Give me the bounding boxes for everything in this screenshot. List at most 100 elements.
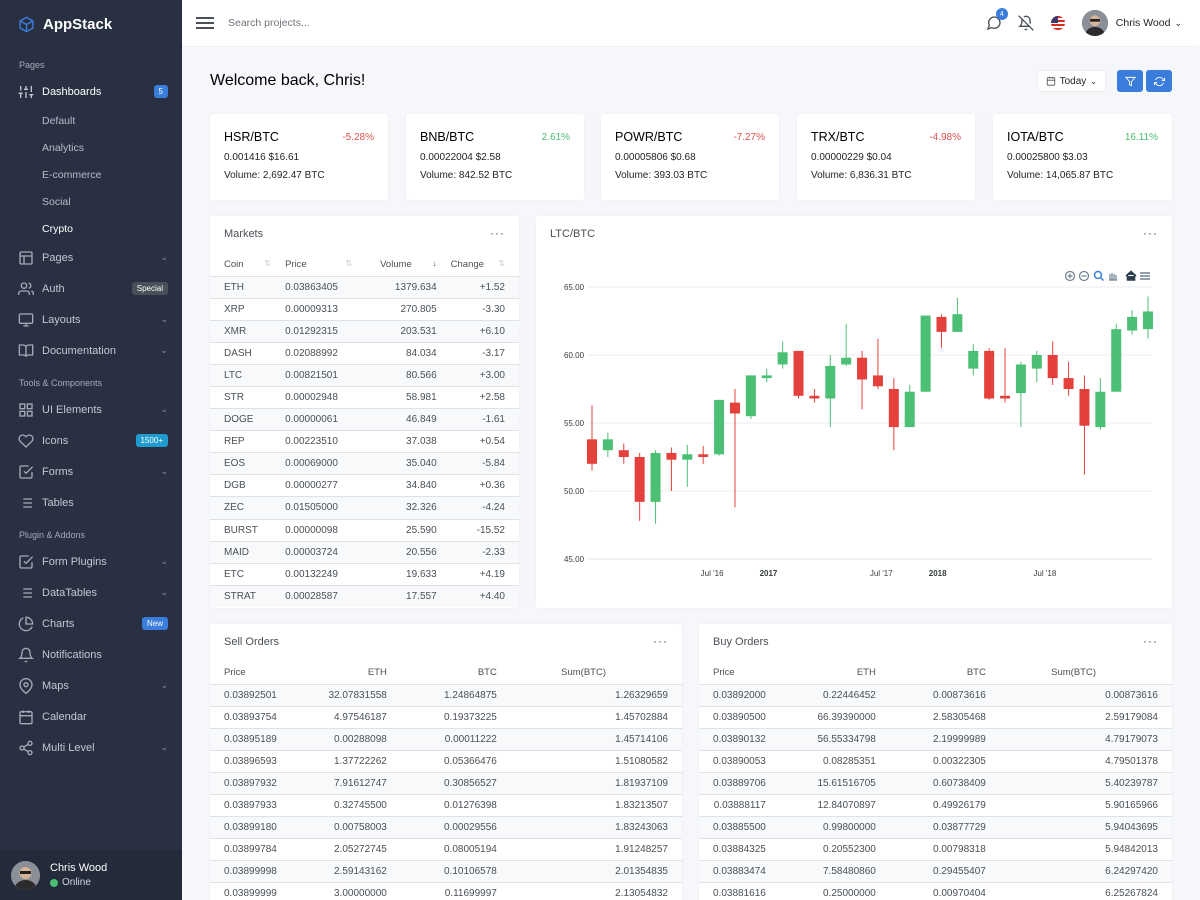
user-menu[interactable]: Chris Wood ⌄: [1081, 10, 1182, 36]
table-row[interactable]: 0.03897932 7.91612747 0.30856527 1.81937109: [210, 771, 682, 794]
candle[interactable]: [1127, 310, 1138, 335]
column-header[interactable]: Price: [699, 662, 780, 684]
candle[interactable]: [825, 355, 836, 428]
candle[interactable]: [1000, 348, 1011, 403]
candle[interactable]: [857, 350, 868, 410]
notifications-button[interactable]: [1017, 15, 1034, 31]
candle[interactable]: [1143, 296, 1153, 339]
candle[interactable]: [1015, 361, 1026, 428]
candle[interactable]: [1047, 341, 1058, 385]
candle[interactable]: [904, 384, 915, 428]
sidebar-item-pages[interactable]: Pages ⌄: [0, 242, 182, 273]
table-row[interactable]: DASH 0.02088992 84.034 -3.17: [210, 341, 519, 365]
table-row[interactable]: LTC 0.00821501 80.566 +3.00: [210, 363, 519, 387]
table-row[interactable]: 0.03899998 2.59143162 0.10106578 2.01354835: [210, 859, 682, 882]
table-row[interactable]: 0.03889706 15.61516705 0.60738409 5.4023978…: [699, 771, 1172, 794]
column-header[interactable]: Volume ↓: [366, 253, 451, 276]
sidebar-item-form-plugins[interactable]: Form Plugins ⌄: [0, 546, 182, 577]
candle[interactable]: [602, 432, 613, 457]
sidebar-item-datatables[interactable]: DataTables ⌄: [0, 577, 182, 608]
table-row[interactable]: XRP 0.00009313 270.805 -3.30: [210, 297, 519, 321]
candle[interactable]: [698, 446, 709, 464]
table-row[interactable]: ETC 0.00132249 19.633 +4.19: [210, 562, 519, 586]
column-header[interactable]: BTC: [401, 662, 511, 684]
candle[interactable]: [888, 378, 899, 451]
ticker-card[interactable]: POWR/BTC -7.27% 0.00005806 $0.68 Volume:…: [601, 114, 779, 200]
zoom-out-icon[interactable]: [1078, 270, 1090, 282]
candle[interactable]: [809, 389, 820, 403]
table-row[interactable]: 0.03885500 0.99800000 0.03877729 5.94043695: [699, 815, 1172, 838]
sidebar-sub-ecommerce[interactable]: E-commerce: [0, 161, 182, 188]
table-row[interactable]: REP 0.00223510 37.038 +0.54: [210, 430, 519, 453]
candle[interactable]: [729, 389, 740, 508]
home-icon[interactable]: [1125, 270, 1137, 281]
more-options-icon[interactable]: ···: [653, 634, 668, 648]
magnifier-icon[interactable]: [1093, 270, 1105, 282]
candle[interactable]: [714, 399, 725, 456]
column-header[interactable]: BTC: [890, 662, 1000, 684]
column-header[interactable]: Change ⇅: [451, 253, 519, 276]
candle[interactable]: [745, 375, 756, 419]
table-row[interactable]: 0.03892000 0.22446452 0.00873616 0.00873616: [699, 683, 1172, 706]
sidebar-item-calendar[interactable]: Calendar: [0, 701, 182, 732]
candle[interactable]: [761, 368, 772, 383]
candle[interactable]: [1079, 375, 1090, 475]
table-row[interactable]: 0.03883474 7.58480860 0.29455407 6.24297420: [699, 859, 1172, 882]
candle[interactable]: [968, 344, 979, 376]
candle[interactable]: [1063, 361, 1074, 396]
table-row[interactable]: XMR 0.01292315 203.531 +6.10: [210, 319, 519, 343]
table-row[interactable]: STRAT 0.00028587 17.557 +4.40: [210, 584, 519, 608]
candle[interactable]: [920, 315, 931, 392]
column-header[interactable]: Price: [210, 662, 291, 684]
candle[interactable]: [1111, 323, 1122, 392]
candle[interactable]: [587, 405, 597, 471]
candlestick-chart[interactable]: 65.00 60.00 55.00 50.00 45.00 Jul '16 2017 Jul …: [536, 216, 1172, 608]
table-row[interactable]: 0.03899180 0.00758003 0.00029556 1.83243063: [210, 815, 682, 838]
candle[interactable]: [777, 341, 788, 369]
ticker-card[interactable]: IOTA/BTC 16.11% 0.00025800 $3.03 Volume:…: [993, 114, 1172, 200]
sidebar-item-notifications[interactable]: Notifications: [0, 639, 182, 670]
sidebar-item-charts[interactable]: Charts New: [0, 608, 182, 639]
column-header[interactable]: Price ⇅: [285, 253, 366, 276]
sidebar-sub-analytics[interactable]: Analytics: [0, 134, 182, 161]
candle[interactable]: [1095, 378, 1106, 430]
column-header[interactable]: ETH: [291, 662, 401, 684]
table-row[interactable]: 0.03888117 12.84070897 0.49926179 5.9016596…: [699, 793, 1172, 816]
table-row[interactable]: 0.03890132 56.55334798 2.19999989 4.7917907…: [699, 727, 1172, 750]
table-row[interactable]: DOGE 0.00000061 46.849 -1.61: [210, 408, 519, 431]
sidebar-item-auth[interactable]: Auth Special: [0, 273, 182, 304]
table-row[interactable]: EOS 0.00069000 35.040 -5.84: [210, 452, 519, 475]
sidebar-item-forms[interactable]: Forms ⌄: [0, 456, 182, 487]
candle[interactable]: [793, 350, 804, 399]
candle[interactable]: [682, 444, 693, 487]
candle[interactable]: [1031, 350, 1042, 383]
sidebar-item-ui-elements[interactable]: UI Elements ⌄: [0, 394, 182, 425]
table-row[interactable]: 0.03897933 0.32745500 0.01276398 1.83213507: [210, 793, 682, 816]
candle[interactable]: [650, 450, 661, 524]
filter-button[interactable]: [1117, 70, 1143, 92]
sidebar-item-maps[interactable]: Maps ⌄: [0, 670, 182, 701]
date-range-button[interactable]: Today ⌄: [1036, 70, 1106, 92]
table-row[interactable]: ZEC 0.01505000 32.326 -4.24: [210, 496, 519, 520]
pan-hand-icon[interactable]: [1109, 273, 1117, 281]
sidebar-item-multi-level[interactable]: Multi Level ⌄: [0, 732, 182, 763]
candle[interactable]: [634, 452, 645, 521]
table-row[interactable]: 0.03890500 66.39390000 2.58305468 2.5917908…: [699, 705, 1172, 728]
table-row[interactable]: BURST 0.00000098 25.590 -15.52: [210, 518, 519, 542]
candle[interactable]: [952, 297, 963, 332]
search-input[interactable]: [228, 17, 428, 29]
table-row[interactable]: 0.03893754 4.97546187 0.19373225 1.45702884: [210, 705, 682, 728]
table-row[interactable]: 0.03881616 0.25000000 0.00970404 6.25267824: [699, 881, 1172, 900]
ticker-card[interactable]: HSR/BTC -5.28% 0.001416 $16.61 Volume: 2…: [210, 114, 388, 200]
sidebar-item-icons[interactable]: Icons 1500+: [0, 425, 182, 456]
table-row[interactable]: 0.03896593 1.37722262 0.05366476 1.51080582: [210, 749, 682, 772]
sidebar-item-dashboards[interactable]: Dashboards 5: [0, 76, 182, 107]
sidebar-sub-social[interactable]: Social: [0, 188, 182, 215]
candle[interactable]: [936, 314, 947, 349]
table-row[interactable]: 0.03892501 32.07831558 1.24864875 1.2632965…: [210, 683, 682, 706]
table-row[interactable]: 0.03884325 0.20552300 0.00798318 5.94842013: [699, 837, 1172, 860]
candle[interactable]: [618, 443, 629, 464]
candle[interactable]: [666, 447, 677, 491]
table-row[interactable]: ETH 0.03863405 1379.634 +1.52: [210, 275, 519, 299]
table-row[interactable]: MAID 0.00003724 20.556 -2.33: [210, 540, 519, 564]
